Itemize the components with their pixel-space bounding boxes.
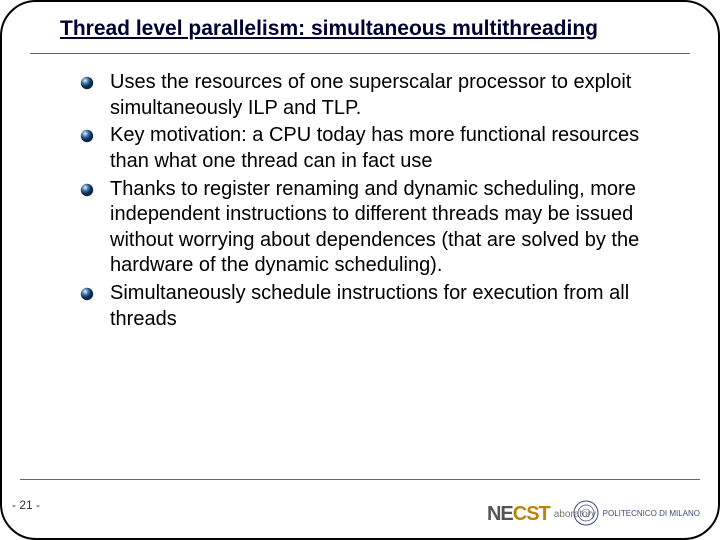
content-area: Uses the resources of one superscalar pr…: [2, 54, 718, 332]
bullet-text: Key motivation: a CPU today has more fun…: [110, 123, 666, 174]
necst-text: NECST: [487, 503, 550, 526]
sphere-bullet-icon: [80, 287, 94, 301]
list-item: Simultaneously schedule instructions for…: [80, 281, 666, 332]
footer-divider: [20, 479, 700, 480]
necst-prefix: NE: [487, 503, 513, 525]
slide-frame: Thread level parallelism: simultaneous m…: [0, 0, 720, 540]
polimi-logo: POLITECNICO DI MILANO: [573, 500, 700, 526]
sphere-bullet-icon: [80, 183, 94, 197]
sphere-bullet-icon: [80, 76, 94, 90]
title-area: Thread level parallelism: simultaneous m…: [2, 2, 718, 47]
list-item: Key motivation: a CPU today has more fun…: [80, 123, 666, 174]
page-number: - 21 -: [12, 498, 40, 512]
slide-title: Thread level parallelism: simultaneous m…: [60, 16, 660, 41]
list-item: Uses the resources of one superscalar pr…: [80, 70, 666, 121]
bullet-text: Simultaneously schedule instructions for…: [110, 281, 666, 332]
polimi-label: POLITECNICO DI MILANO: [603, 509, 700, 518]
bullet-text: Uses the resources of one superscalar pr…: [110, 70, 666, 121]
necst-suffix: CST: [513, 503, 550, 525]
bullet-text: Thanks to register renaming and dynamic …: [110, 177, 666, 279]
polimi-seal-icon: [573, 500, 599, 526]
sphere-bullet-icon: [80, 129, 94, 143]
list-item: Thanks to register renaming and dynamic …: [80, 177, 666, 279]
